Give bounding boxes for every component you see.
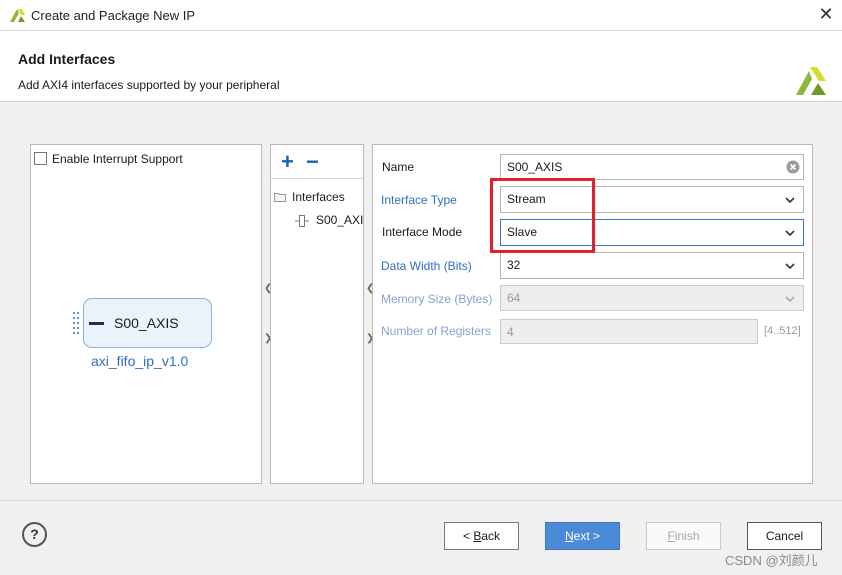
finish-button: Finish	[646, 522, 721, 550]
name-input[interactable]: S00_AXIS	[500, 154, 804, 180]
num-registers-input: 4	[500, 319, 758, 344]
page-title: Add Interfaces	[18, 51, 116, 67]
interface-type-label: Interface Type	[381, 193, 457, 207]
memory-size-select: 64	[500, 285, 804, 311]
memory-size-value: 64	[507, 291, 521, 305]
chevron-down-icon	[785, 263, 795, 270]
memory-size-label: Memory Size (Bytes)	[381, 292, 493, 306]
close-icon[interactable]: ✕	[816, 4, 836, 24]
port-grip-icon	[72, 311, 80, 335]
data-width-select[interactable]: 32	[500, 252, 804, 279]
chevron-down-icon	[785, 296, 795, 303]
data-width-value: 32	[507, 258, 521, 272]
num-registers-range: [4..512]	[764, 325, 801, 337]
ip-block[interactable]: S00_AXIS	[83, 298, 212, 348]
tree-item-s00-axi[interactable]: S00_AXI	[316, 213, 364, 227]
chevron-down-icon	[785, 230, 795, 237]
watermark: CSDN @刘颜儿	[725, 553, 818, 568]
name-value: S00_AXIS	[507, 160, 563, 174]
finish-label-mnemonic: F	[667, 529, 675, 543]
collapse-icon[interactable]	[89, 322, 104, 325]
xilinx-logo-icon	[796, 67, 826, 95]
next-button[interactable]: Next >	[545, 522, 620, 550]
name-label: Name	[382, 160, 415, 174]
add-interface-button[interactable]: +	[281, 149, 294, 175]
page-header: Add Interfaces Add AXI4 interfaces suppo…	[0, 30, 842, 102]
window-title: Create and Package New IP	[31, 8, 196, 23]
next-label-mnemonic: N	[564, 529, 574, 543]
tree-item-label: S00_AXI	[316, 213, 364, 227]
help-button[interactable]: ?	[22, 522, 47, 547]
interfaces-tree-panel: + − Interfaces S00_AXI	[270, 144, 364, 484]
folder-icon	[274, 193, 286, 202]
data-width-label: Data Width (Bits)	[381, 259, 472, 273]
interrupt-checkbox[interactable]	[34, 152, 47, 165]
cancel-button[interactable]: Cancel	[747, 522, 822, 550]
interface-port-icon	[295, 215, 309, 227]
back-label-rest: ack	[481, 529, 501, 543]
num-registers-value: 4	[507, 325, 514, 339]
ip-name: axi_fifo_ip_v1.0	[91, 353, 189, 369]
interface-mode-label: Interface Mode	[382, 225, 463, 239]
page-subtitle: Add AXI4 interfaces supported by your pe…	[18, 78, 280, 92]
footer-divider	[0, 500, 842, 501]
clear-icon[interactable]	[786, 160, 800, 174]
remove-interface-button[interactable]: −	[306, 149, 319, 175]
num-registers-label: Number of Registers	[381, 324, 492, 338]
port-name: S00_AXIS	[114, 315, 179, 331]
back-label-prefix: <	[462, 529, 474, 543]
interrupt-label: Enable Interrupt Support	[52, 152, 183, 166]
xilinx-logo-icon	[10, 9, 25, 22]
tree-root-interfaces[interactable]: Interfaces	[292, 190, 345, 204]
back-button[interactable]: < Back	[444, 522, 519, 550]
next-label-rest: ext >	[573, 529, 601, 543]
finish-label-rest: inish	[674, 529, 700, 543]
highlight-box	[490, 178, 595, 253]
chevron-down-icon	[785, 197, 795, 204]
title-bar: Create and Package New IP ✕	[0, 0, 842, 30]
